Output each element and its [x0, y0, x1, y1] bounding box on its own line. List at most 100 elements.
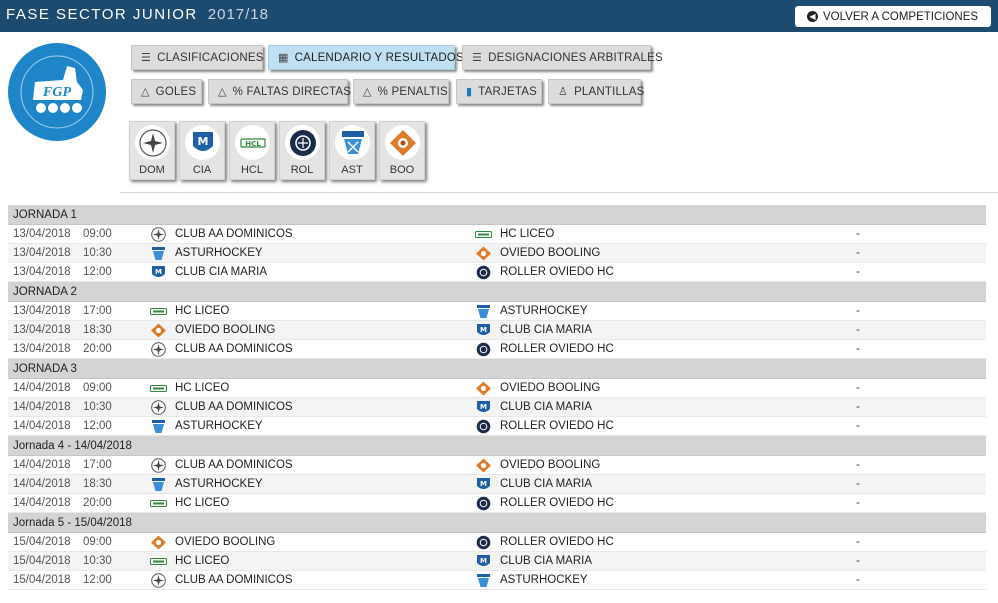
- home-team[interactable]: ASTURHOCKEY: [150, 244, 263, 263]
- home-team[interactable]: CLUB AA DOMINICOS: [150, 340, 293, 359]
- home-team[interactable]: CLUB AA DOMINICOS: [150, 571, 293, 590]
- away-team[interactable]: M CLUB CIA MARIA: [475, 475, 592, 494]
- dominicos-crest-icon: [150, 400, 175, 415]
- match-row[interactable]: 13/04/2018 09:00 CLUB AA DOMINICOS HC LICEO…: [8, 225, 986, 244]
- away-team[interactable]: OVIEDO BOOLING: [475, 456, 600, 475]
- match-time: 17:00: [83, 305, 112, 317]
- home-team[interactable]: ASTURHOCKEY: [150, 417, 263, 436]
- divider: [120, 192, 998, 193]
- home-team[interactable]: HC LICEO: [150, 494, 229, 513]
- svg-text:M: M: [480, 557, 487, 565]
- tab-faltas-directas[interactable]: △ % FALTAS DIRECTAS: [208, 79, 351, 104]
- match-row[interactable]: 14/04/2018 09:00 HC LICEO OVIEDO BOOLING -: [8, 379, 986, 398]
- match-row[interactable]: 14/04/2018 12:00 ASTURHOCKEY ROLLER OVIEDO …: [8, 417, 986, 436]
- away-team-name: HC LICEO: [500, 228, 555, 240]
- tab-penaltis[interactable]: △ % PENALTIS: [353, 79, 449, 104]
- match-row[interactable]: 13/04/2018 18:30 OVIEDO BOOLING M CLUB CIA M…: [8, 321, 986, 340]
- tab-tarjetas[interactable]: ▮ TARJETAS: [456, 79, 542, 104]
- home-team[interactable]: HC LICEO: [150, 379, 229, 398]
- dominicos-crest-icon: [135, 125, 170, 160]
- roller-oviedo-crest-icon: [475, 419, 500, 434]
- match-date: 15/04/2018: [13, 536, 71, 548]
- match-date: 14/04/2018: [13, 497, 71, 509]
- match-row[interactable]: 15/04/2018 09:00 OVIEDO BOOLING ROLLER OVIE…: [8, 533, 986, 552]
- back-to-competitions-button[interactable]: ◀ VOLVER A COMPETICIONES: [795, 6, 991, 27]
- away-team-name: CLUB CIA MARIA: [500, 324, 593, 336]
- away-team[interactable]: ROLLER OVIEDO HC: [475, 340, 614, 359]
- away-team[interactable]: ASTURHOCKEY: [475, 302, 588, 321]
- top-bar: FASE SECTOR JUNIOR 2017/18 ◀ VOLVER A COM…: [0, 0, 998, 32]
- page-title: FASE SECTOR JUNIOR 2017/18: [6, 6, 269, 23]
- team-button-hcl[interactable]: HCL HCL: [229, 121, 275, 180]
- tab-label: TARJETAS: [478, 85, 537, 98]
- away-team[interactable]: ROLLER OVIEDO HC: [475, 533, 614, 552]
- away-team[interactable]: OVIEDO BOOLING: [475, 379, 600, 398]
- away-team[interactable]: OVIEDO BOOLING: [475, 244, 600, 263]
- match-date: 14/04/2018: [13, 459, 71, 471]
- home-team[interactable]: HC LICEO: [150, 302, 229, 321]
- away-team[interactable]: HC LICEO: [475, 225, 554, 244]
- away-team[interactable]: ASTURHOCKEY: [475, 571, 588, 590]
- roller-oviedo-crest-icon: [475, 342, 500, 357]
- svg-text:M: M: [480, 326, 487, 334]
- match-time: 17:00: [83, 459, 112, 471]
- home-team[interactable]: CLUB AA DOMINICOS: [150, 225, 293, 244]
- match-row[interactable]: 14/04/2018 18:30 ASTURHOCKEY M CLUB CIA MARI…: [8, 475, 986, 494]
- back-button-label: VOLVER A COMPETICIONES: [823, 10, 979, 23]
- away-team[interactable]: ROLLER OVIEDO HC: [475, 417, 614, 436]
- tab-clasificaciones[interactable]: ☰ CLASIFICACIONES: [131, 45, 263, 70]
- match-result: -: [856, 497, 860, 509]
- match-row[interactable]: 13/04/2018 12:00 M CLUB CIA MARIA ROLLER OVI…: [8, 263, 986, 282]
- match-row[interactable]: 13/04/2018 17:00 HC LICEO ASTURHOCKEY -: [8, 302, 986, 321]
- home-team[interactable]: HC LICEO: [150, 552, 229, 571]
- hc-liceo-crest-icon: [150, 554, 175, 569]
- away-team[interactable]: ROLLER OVIEDO HC: [475, 494, 614, 513]
- tab-goles[interactable]: △ GOLES: [131, 79, 202, 104]
- home-team[interactable]: M CLUB CIA MARIA: [150, 263, 267, 282]
- match-time: 10:30: [83, 555, 112, 567]
- tab-plantillas[interactable]: ♙ PLANTILLAS: [548, 79, 644, 104]
- match-row[interactable]: 14/04/2018 20:00 HC LICEO ROLLER OVIEDO HC -: [8, 494, 986, 513]
- match-result: -: [856, 536, 860, 548]
- match-result: -: [856, 459, 860, 471]
- team-code: ROL: [290, 164, 314, 176]
- team-button-ast[interactable]: AST: [329, 121, 375, 180]
- match-row[interactable]: 15/04/2018 10:30 HC LICEO M CLUB CIA MARIA -: [8, 552, 986, 571]
- tab-designaciones-arbitrales[interactable]: ☰ DESIGNACIONES ARBITRALES: [462, 45, 663, 70]
- match-row[interactable]: 15/04/2018 12:00 CLUB AA DOMINICOS ASTURHOC…: [8, 571, 986, 590]
- home-team[interactable]: OVIEDO BOOLING: [150, 533, 275, 552]
- svg-text:M: M: [480, 480, 487, 488]
- cia-maria-crest-icon: M: [185, 125, 220, 160]
- away-team[interactable]: M CLUB CIA MARIA: [475, 552, 592, 571]
- away-team[interactable]: M CLUB CIA MARIA: [475, 321, 592, 340]
- team-button-dom[interactable]: DOM: [129, 121, 175, 180]
- list-icon: ☰: [472, 52, 483, 64]
- home-team[interactable]: CLUB AA DOMINICOS: [150, 398, 293, 417]
- match-row[interactable]: 14/04/2018 10:30 CLUB AA DOMINICOS M CLUB CI…: [8, 398, 986, 417]
- roller-oviedo-crest-icon: [285, 125, 320, 160]
- team-button-rol[interactable]: ROL: [279, 121, 325, 180]
- home-team[interactable]: CLUB AA DOMINICOS: [150, 456, 293, 475]
- match-row[interactable]: 13/04/2018 10:30 ASTURHOCKEY OVIEDO BOOLING…: [8, 244, 986, 263]
- hc-liceo-crest-icon: [150, 304, 175, 319]
- match-result: -: [856, 478, 860, 490]
- round-header: JORNADA 3: [8, 359, 986, 379]
- match-row[interactable]: 14/04/2018 17:00 CLUB AA DOMINICOS OVIEDO B…: [8, 456, 986, 475]
- team-button-boo[interactable]: BOO: [379, 121, 425, 180]
- away-team[interactable]: M CLUB CIA MARIA: [475, 398, 592, 417]
- match-row[interactable]: 13/04/2018 20:00 CLUB AA DOMINICOS ROLLER O…: [8, 340, 986, 359]
- away-team[interactable]: ROLLER OVIEDO HC: [475, 263, 614, 282]
- tab-label: CLASIFICACIONES: [157, 51, 264, 64]
- home-team-name: HC LICEO: [175, 382, 230, 394]
- home-team-name: ASTURHOCKEY: [175, 247, 263, 259]
- match-time: 10:30: [83, 401, 112, 413]
- tab-calendario-resultados[interactable]: ▦ CALENDARIO Y RESULTADOS: [268, 45, 464, 70]
- hc-liceo-crest-icon: [475, 227, 500, 242]
- home-team[interactable]: ASTURHOCKEY: [150, 475, 263, 494]
- away-team-name: ASTURHOCKEY: [500, 305, 588, 317]
- team-code: DOM: [139, 164, 165, 176]
- oviedo-booling-crest-icon: [475, 458, 500, 473]
- home-team[interactable]: OVIEDO BOOLING: [150, 321, 275, 340]
- team-button-cia[interactable]: M CIA: [179, 121, 225, 180]
- round-header: Jornada 5 - 15/04/2018: [8, 513, 986, 533]
